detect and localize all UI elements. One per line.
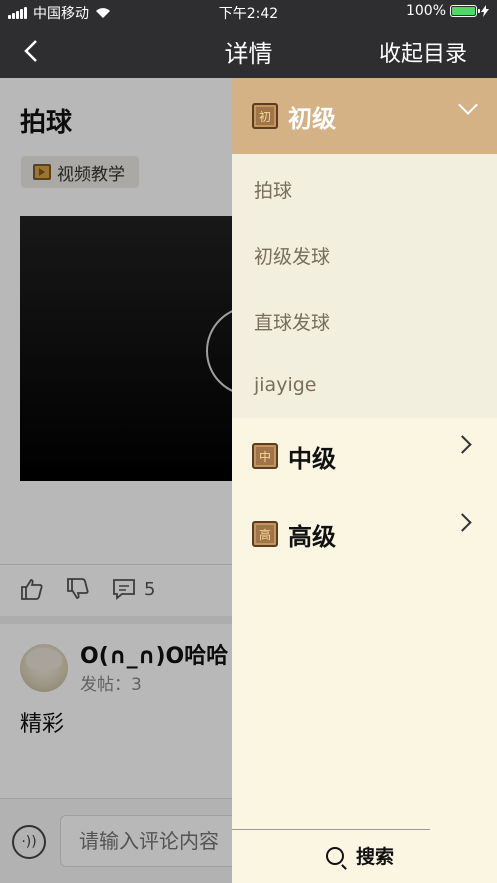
search-button[interactable]: 搜索 bbox=[326, 842, 394, 869]
level-beginner[interactable]: 初 初级 bbox=[232, 78, 497, 154]
nav-bar: 详情 收起目录 bbox=[0, 24, 497, 78]
catalog-drawer: 初 初级 拍球 初级发球 直球发球 jiayige 中 中级 高 高级 搜索 bbox=[232, 78, 497, 883]
sub-item[interactable]: 拍球 bbox=[254, 176, 292, 203]
dim-overlay[interactable] bbox=[0, 78, 232, 883]
divider bbox=[232, 829, 430, 830]
chevron-down-icon bbox=[458, 95, 478, 115]
sub-item[interactable]: 直球发球 bbox=[254, 308, 330, 335]
collapse-catalog-button[interactable]: 收起目录 bbox=[379, 36, 467, 68]
chevron-right-icon bbox=[453, 435, 472, 454]
level-badge-icon: 高 bbox=[252, 521, 278, 547]
sub-item[interactable]: jiayige bbox=[254, 374, 316, 396]
search-label: 搜索 bbox=[356, 846, 395, 868]
level-label: 中级 bbox=[288, 444, 336, 473]
level-badge-icon: 初 bbox=[252, 103, 278, 129]
level-advanced[interactable]: 高 高级 bbox=[232, 496, 497, 572]
sub-item[interactable]: 初级发球 bbox=[254, 242, 330, 269]
chevron-right-icon bbox=[453, 513, 472, 532]
sub-list: 拍球 初级发球 直球发球 jiayige bbox=[232, 154, 497, 418]
status-bar: 中国移动 下午2:42 100% bbox=[0, 0, 497, 24]
battery-percent: 100% bbox=[405, 3, 446, 19]
search-icon bbox=[326, 846, 344, 865]
level-label: 初级 bbox=[288, 104, 336, 133]
battery-icon bbox=[450, 5, 480, 17]
level-intermediate[interactable]: 中 中级 bbox=[232, 418, 497, 494]
level-label: 高级 bbox=[288, 522, 336, 551]
charging-icon bbox=[481, 5, 489, 17]
level-badge-icon: 中 bbox=[252, 443, 278, 469]
